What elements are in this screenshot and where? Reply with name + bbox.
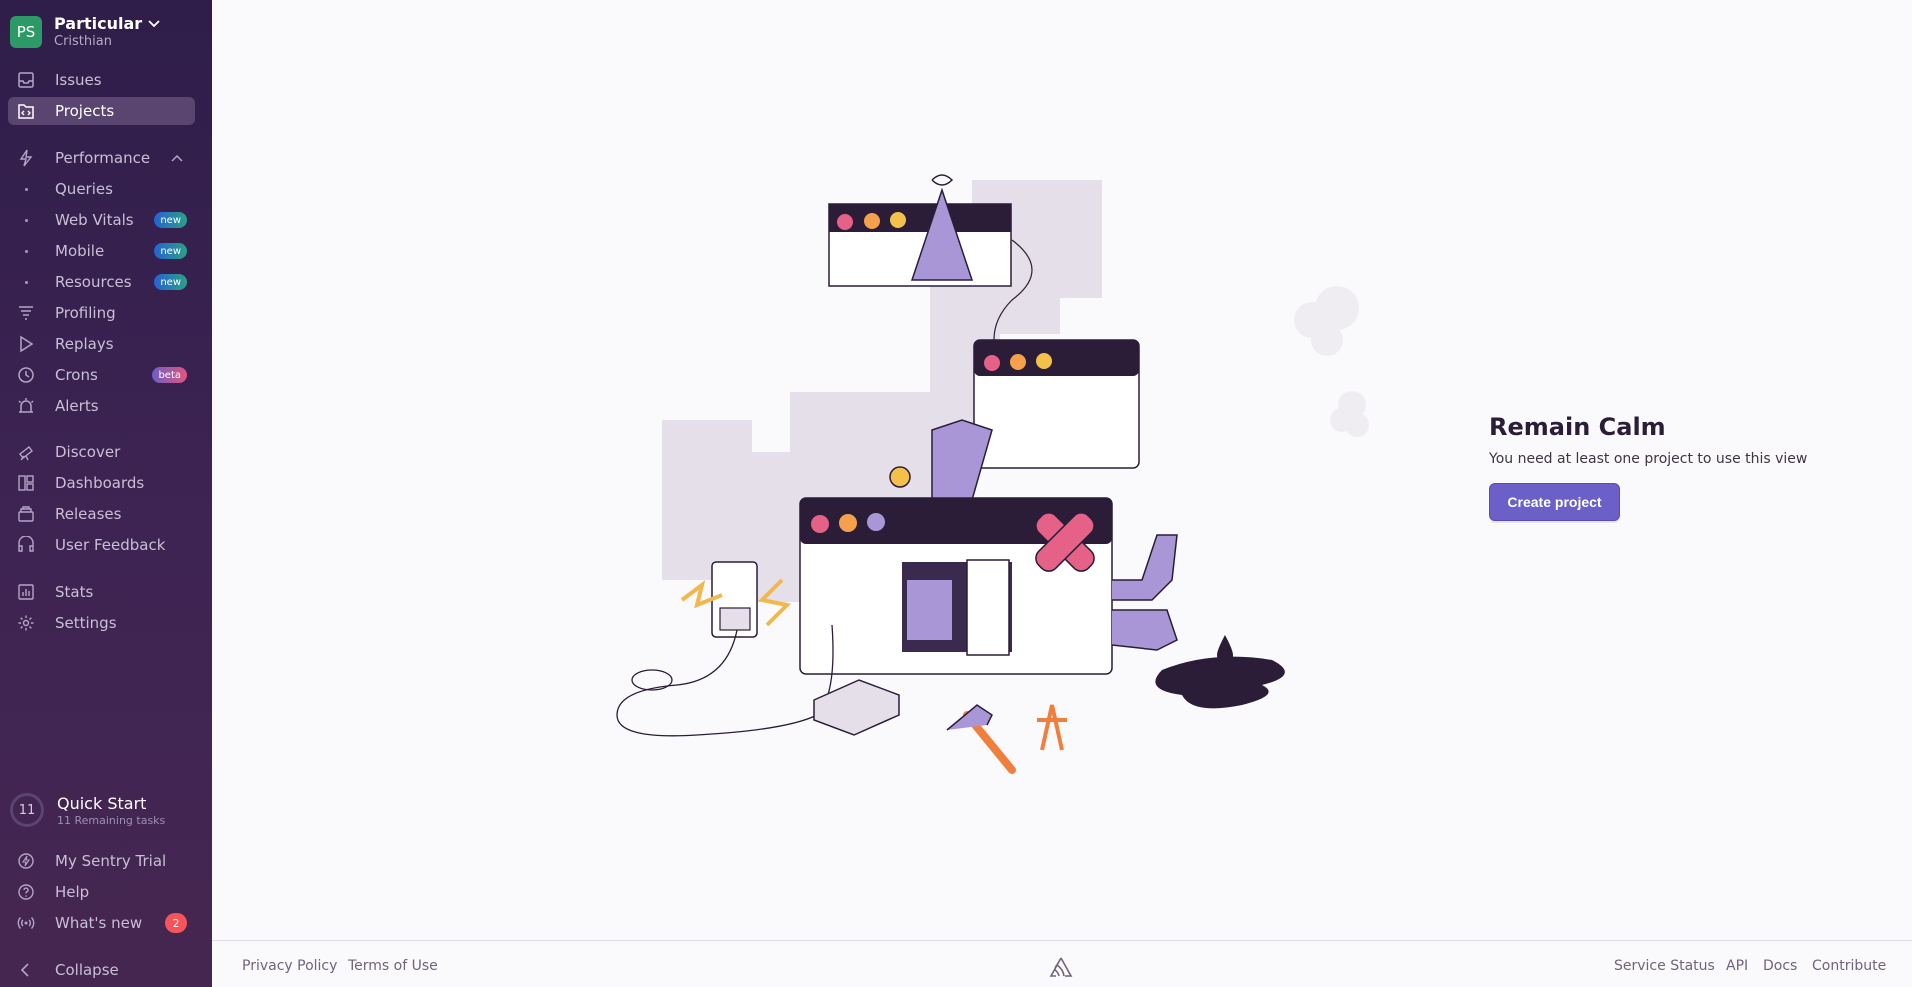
- lightning-circle-icon: [16, 851, 36, 871]
- sidebar-item-performance[interactable]: Performance: [8, 144, 195, 172]
- sidebar-item-label: Web Vitals: [55, 211, 134, 229]
- org-switcher[interactable]: PS Particular Cristhian: [10, 14, 160, 49]
- sidebar-item-discover[interactable]: Discover: [8, 438, 195, 466]
- empty-state: Remain Calm You need at least one projec…: [1489, 413, 1807, 521]
- package-icon: [16, 504, 36, 524]
- play-icon: [16, 334, 36, 354]
- sentry-logo-icon: [1049, 957, 1073, 977]
- sidebar-item-label: User Feedback: [55, 536, 166, 554]
- notification-count-badge: 2: [165, 913, 187, 933]
- sidebar-item-label: What's new: [55, 914, 143, 932]
- sidebar-item-label: Dashboards: [55, 474, 145, 492]
- inbox-icon: [16, 70, 36, 90]
- sidebar-item-label: My Sentry Trial: [55, 852, 167, 870]
- empty-state-description: You need at least one project to use thi…: [1489, 451, 1808, 467]
- sidebar-item-issues[interactable]: Issues: [8, 66, 195, 94]
- new-badge: new: [154, 274, 187, 290]
- sidebar-item-resources[interactable]: Resources new: [8, 268, 195, 296]
- sidebar-item-releases[interactable]: Releases: [8, 500, 195, 528]
- sidebar-item-label: Profiling: [55, 304, 116, 322]
- org-name: Particular: [54, 14, 143, 33]
- project-icon: [16, 101, 36, 121]
- quick-start-subtitle: 11 Remaining tasks: [57, 813, 166, 827]
- sidebar-item-label: Help: [55, 883, 90, 901]
- footer: Privacy Policy Terms of Use Service Stat…: [212, 940, 1912, 987]
- create-project-button[interactable]: Create project: [1489, 483, 1620, 521]
- sidebar-item-label: Settings: [55, 614, 117, 632]
- sidebar-item-queries[interactable]: Queries: [8, 175, 195, 203]
- question-icon: [16, 882, 36, 902]
- sidebar-item-profiling[interactable]: Profiling: [8, 299, 195, 327]
- new-badge: new: [154, 212, 187, 228]
- chevron-down-icon: [148, 19, 160, 27]
- privacy-policy-link[interactable]: Privacy Policy: [242, 958, 337, 974]
- new-badge: new: [154, 243, 187, 259]
- main-content: Remain Calm You need at least one projec…: [212, 0, 1912, 940]
- beta-badge: beta: [152, 367, 187, 383]
- docs-link[interactable]: Docs: [1763, 958, 1797, 974]
- megaphone-icon: [16, 535, 36, 555]
- lightning-icon: [16, 148, 36, 168]
- sidebar-item-stats[interactable]: Stats: [8, 578, 195, 606]
- sidebar-item-label: Mobile: [55, 242, 105, 260]
- sidebar-item-alerts[interactable]: Alerts: [8, 392, 195, 420]
- service-status-link[interactable]: Service Status: [1614, 958, 1715, 974]
- quick-start-progress: 11: [10, 793, 44, 827]
- sidebar-item-crons[interactable]: Crons beta: [8, 361, 195, 389]
- quick-start[interactable]: 11 Quick Start 11 Remaining tasks: [10, 793, 165, 827]
- sidebar-item-projects[interactable]: Projects: [8, 97, 195, 125]
- user-name: Cristhian: [54, 34, 112, 49]
- sidebar-item-mobile[interactable]: Mobile new: [8, 237, 195, 265]
- sidebar-item-label: Crons: [55, 366, 98, 384]
- telescope-icon: [16, 442, 36, 462]
- sidebar-item-label: Alerts: [55, 397, 99, 415]
- sidebar-item-web-vitals[interactable]: Web Vitals new: [8, 206, 195, 234]
- sidebar-item-help[interactable]: Help: [8, 878, 195, 906]
- bullet-icon: [25, 249, 28, 253]
- sidebar-item-label: Queries: [55, 180, 113, 198]
- empty-state-title: Remain Calm: [1489, 413, 1666, 441]
- sidebar-item-user-feedback[interactable]: User Feedback: [8, 531, 195, 559]
- sidebar-item-label: Resources: [55, 273, 132, 291]
- chevron-left-icon: [16, 960, 36, 980]
- api-link[interactable]: API: [1726, 958, 1748, 974]
- broadcast-icon: [16, 913, 36, 933]
- sidebar-item-settings[interactable]: Settings: [8, 609, 195, 637]
- sidebar-item-trial[interactable]: My Sentry Trial: [8, 847, 195, 875]
- sidebar-item-replays[interactable]: Replays: [8, 330, 195, 358]
- sidebar-item-whats-new[interactable]: What's new 2: [8, 909, 195, 937]
- sidebar-item-label: Projects: [55, 102, 115, 120]
- bar-chart-icon: [16, 582, 36, 602]
- bullet-icon: [25, 218, 28, 222]
- terms-of-use-link[interactable]: Terms of Use: [348, 958, 438, 974]
- contribute-link[interactable]: Contribute: [1812, 958, 1886, 974]
- clock-icon: [16, 365, 36, 385]
- dashboard-icon: [16, 473, 36, 493]
- sidebar-item-label: Issues: [55, 71, 102, 89]
- sidebar-item-label: Performance: [55, 149, 151, 167]
- broken-machines-illustration: [616, 174, 1369, 774]
- sidebar-item-label: Collapse: [55, 961, 119, 979]
- sidebar-item-label: Releases: [55, 505, 122, 523]
- sidebar-item-label: Discover: [55, 443, 121, 461]
- chevron-up-icon[interactable]: [171, 154, 183, 162]
- org-avatar: PS: [10, 15, 42, 48]
- collapse-sidebar-button[interactable]: Collapse: [8, 956, 195, 984]
- bullet-icon: [25, 280, 28, 284]
- sidebar-item-label: Replays: [55, 335, 114, 353]
- gear-icon: [16, 613, 36, 633]
- quick-start-title: Quick Start: [57, 793, 147, 813]
- profiling-icon: [16, 303, 36, 323]
- sidebar-item-label: Stats: [55, 583, 94, 601]
- bullet-icon: [25, 187, 28, 191]
- sidebar: PS Particular Cristhian Issues Projects …: [0, 0, 212, 987]
- siren-icon: [16, 396, 36, 416]
- sidebar-item-dashboards[interactable]: Dashboards: [8, 469, 195, 497]
